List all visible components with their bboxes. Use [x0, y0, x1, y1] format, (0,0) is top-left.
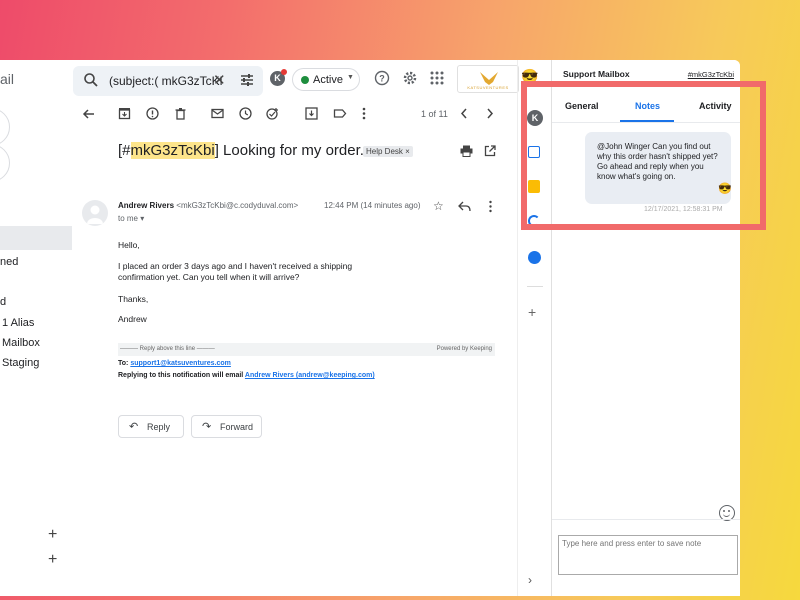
sender-line: Andrew Rivers <mkG3zTcKbi@c.codyduval.co…: [118, 201, 298, 210]
archive-icon[interactable]: [118, 107, 131, 120]
logo-text: KATSUVENTURES: [467, 85, 509, 90]
recipient-dropdown[interactable]: to me ▾: [118, 214, 144, 223]
to-line: To: support1@katsuventures.com: [118, 360, 231, 367]
nav-item[interactable]: Staging: [2, 357, 39, 369]
nav-item[interactable]: 1 Alias: [2, 317, 34, 329]
input-divider: [552, 519, 740, 520]
reply-arrow-icon[interactable]: [458, 201, 471, 212]
highlight-annotation: [521, 81, 766, 230]
reply-icon: ↶: [129, 421, 139, 433]
add-label-icon[interactable]: +: [48, 526, 57, 544]
forward-button[interactable]: ↷ Forward: [191, 415, 262, 438]
search-options-icon[interactable]: [239, 72, 255, 88]
nav-item[interactable]: Mailbox: [2, 337, 40, 349]
settings-gear-icon[interactable]: [402, 70, 418, 86]
label-chip[interactable]: Help Desk ×: [363, 146, 413, 157]
star-icon[interactable]: ☆: [433, 199, 444, 213]
mark-unread-icon[interactable]: [211, 107, 224, 120]
help-icon[interactable]: ?: [374, 70, 390, 86]
reply-recipient-link[interactable]: Andrew Rivers (andrew@keeping.com): [245, 372, 375, 379]
open-new-window-icon[interactable]: [484, 145, 496, 157]
body-line: I placed an order 3 days ago and I haven…: [118, 261, 353, 271]
message-more-icon[interactable]: [488, 200, 493, 213]
email-subject: [#mkG3zTcKbi] Looking for my order...: [118, 142, 372, 159]
rail-divider: [527, 286, 543, 287]
mailbox-title: Support Mailbox: [563, 69, 630, 79]
next-page-icon[interactable]: [485, 107, 495, 120]
company-logo: KATSUVENTURES: [457, 65, 519, 93]
sender-name: Andrew Rivers: [118, 201, 175, 210]
report-spam-icon[interactable]: [146, 107, 159, 120]
sender-email: <mkG3zTcKbi@c.codyduval.com>: [176, 201, 299, 210]
nav-circle-button[interactable]: [0, 144, 10, 182]
nav-selected-item[interactable]: [0, 226, 72, 250]
sender-avatar: [82, 200, 108, 226]
add-task-icon[interactable]: [266, 107, 279, 120]
subject-prefix: [#: [118, 142, 131, 159]
body-signoff: Andrew: [118, 314, 147, 324]
forward-button-label: Forward: [220, 422, 254, 432]
search-input[interactable]: (subject:( mkG3zTcKl: [109, 74, 222, 88]
search-icon[interactable]: [83, 72, 99, 88]
reply-button[interactable]: ↶ Reply: [118, 415, 184, 438]
more-vertical-icon[interactable]: [361, 107, 367, 120]
print-icon[interactable]: [460, 145, 473, 157]
search-bar[interactable]: (subject:( mkG3zTcKl ✕: [73, 66, 263, 96]
keeping-icon[interactable]: K: [270, 69, 287, 86]
nav-item[interactable]: ned: [0, 256, 18, 268]
label-icon[interactable]: [333, 107, 347, 120]
delete-trash-icon[interactable]: [174, 107, 187, 120]
status-dropdown[interactable]: Active ▼: [292, 68, 360, 91]
subject-text: ] Looking for my order...: [214, 142, 373, 159]
apps-grid-icon[interactable]: [429, 70, 445, 86]
body-greeting: Hello,: [118, 240, 140, 250]
svg-text:?: ?: [379, 74, 385, 84]
left-nav: ail ned d 1 Alias Mailbox Staging + +: [0, 60, 72, 596]
status-dot: [301, 76, 309, 84]
chevron-down-icon: ▼: [347, 74, 354, 81]
note-input[interactable]: [558, 535, 738, 575]
gmail-brand: ail: [0, 71, 15, 87]
clear-search-icon[interactable]: ✕: [213, 71, 226, 89]
forward-icon: ↷: [202, 421, 212, 433]
status-label: Active: [313, 74, 343, 86]
nav-item[interactable]: d: [0, 296, 6, 308]
add-space-icon[interactable]: +: [48, 551, 57, 569]
ticket-id-link[interactable]: #mkG3zTcKbi: [688, 70, 734, 79]
message-timestamp: 12:44 PM (14 minutes ago): [324, 201, 421, 210]
compose-button[interactable]: [0, 108, 10, 146]
person-icon: [87, 205, 103, 224]
add-addon-icon[interactable]: +: [528, 304, 536, 320]
reply-note: Replying to this notification will email…: [118, 372, 375, 379]
body-thanks: Thanks,: [118, 294, 149, 304]
prev-page-icon[interactable]: [459, 107, 469, 120]
contacts-icon[interactable]: [528, 251, 541, 264]
back-arrow-icon[interactable]: [82, 107, 96, 121]
pagination-count: 1 of 11: [421, 109, 448, 119]
reply-above-text: ——— Reply above this line ———: [120, 346, 215, 352]
reply-divider: ——— Reply above this line ——— Powered by…: [118, 343, 495, 356]
move-to-icon[interactable]: [305, 107, 318, 120]
to-email-link[interactable]: support1@katsuventures.com: [130, 360, 231, 367]
reply-button-label: Reply: [147, 422, 171, 432]
subject-ticket-id: mkG3zTcKbi: [130, 142, 215, 159]
snooze-clock-icon[interactable]: [239, 107, 252, 120]
reply-note-text: Replying to this notification will email: [118, 372, 244, 379]
body-line: confirmation yet. Can you tell when it w…: [118, 272, 300, 282]
to-label: To:: [118, 360, 129, 367]
powered-by-text: Powered by Keeping: [436, 346, 492, 352]
expand-panel-icon[interactable]: ›: [528, 573, 532, 587]
